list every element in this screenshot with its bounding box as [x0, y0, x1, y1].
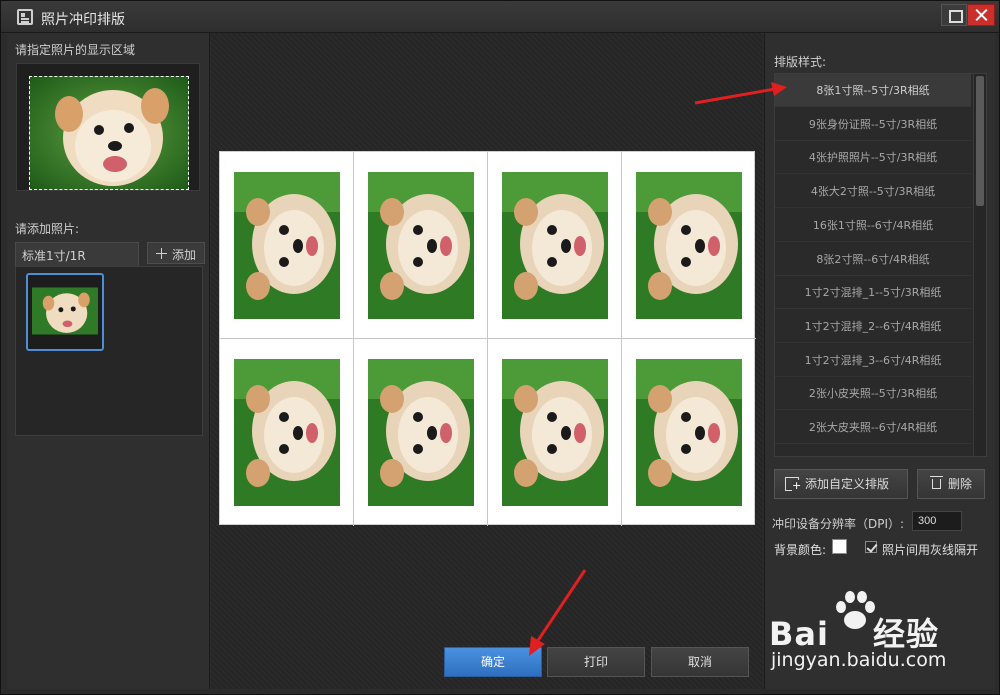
add-photo-label: 请添加照片:	[15, 222, 80, 236]
print-cell	[354, 339, 488, 526]
title-bar[interactable]: 照片冲印排版	[1, 1, 999, 33]
app-icon	[17, 9, 33, 25]
layout-style-item[interactable]: 16张1寸照--6寸/4R相纸	[775, 209, 971, 242]
print-photo	[636, 172, 742, 319]
layout-style-item[interactable]: 1寸2寸混排_1--5寸/3R相纸	[775, 276, 971, 310]
print-cell	[354, 152, 488, 339]
close-icon[interactable]	[967, 4, 995, 26]
bottom-button-bar: 确定 打印 取消	[211, 645, 763, 681]
watermark-url: jingyan.baidu.com	[771, 649, 947, 671]
tab-standard-1-inch[interactable]: 标准1寸/1R	[15, 242, 139, 266]
display-area-label: 请指定照片的显示区域	[15, 43, 136, 57]
layout-style-item[interactable]: 8张2寸照--6寸/4R相纸	[775, 243, 971, 276]
layout-style-item[interactable]: 1寸2寸混排_2--6寸/4R相纸	[775, 310, 971, 343]
dpi-input[interactable]	[912, 511, 962, 531]
delete-layout-button[interactable]: 删除	[917, 469, 985, 499]
print-cell	[622, 339, 756, 526]
watermark-logo-text: Bai	[769, 615, 829, 653]
print-photo	[636, 359, 742, 506]
add-custom-layout-label: 添加自定义排版	[805, 477, 890, 491]
scrollbar-thumb[interactable]	[976, 76, 984, 206]
print-sheet-preview	[219, 151, 756, 526]
layout-style-item[interactable]: 9张身份证照--5寸/3R相纸	[775, 108, 971, 141]
layout-style-item[interactable]: 2张小皮夹照--5寸/3R相纸	[775, 377, 971, 411]
gray-line-checkbox[interactable]	[865, 541, 877, 553]
annotation-arrow-confirm	[529, 569, 587, 656]
cancel-button[interactable]: 取消	[651, 647, 749, 677]
print-cell	[488, 152, 622, 339]
photo-list	[15, 266, 203, 436]
photo-thumbnail[interactable]	[26, 273, 104, 351]
add-layout-icon	[785, 477, 802, 491]
window-title: 照片冲印排版	[41, 12, 125, 28]
app-window: 照片冲印排版 请指定照片的显示区域 请添加照片: 标准1寸/1R 添加 确定 打…	[0, 0, 1000, 695]
add-custom-layout-button[interactable]: 添加自定义排版	[774, 469, 908, 499]
print-photo	[368, 359, 474, 506]
print-cell	[622, 152, 756, 339]
watermark-logo-text-2: 经验	[872, 615, 939, 653]
gray-line-label: 照片间用灰线隔开	[882, 543, 979, 557]
add-photo-button[interactable]: 添加	[147, 242, 205, 264]
preview-area: 确定 打印 取消	[211, 33, 763, 689]
print-photo	[502, 172, 608, 319]
layout-style-item[interactable]: 4张护照照片--5寸/3R相纸	[775, 141, 971, 175]
bg-color-label: 背景颜色:	[774, 543, 827, 557]
photo-size-tabbar: 标准1寸/1R 添加	[15, 242, 205, 266]
layout-style-item[interactable]: 2张大皮夹照--6寸/4R相纸	[775, 411, 971, 444]
plus-icon	[156, 248, 167, 259]
trash-icon	[930, 476, 943, 489]
print-photo	[368, 172, 474, 319]
print-photo	[234, 359, 340, 506]
layout-style-list: 8张1寸照--5寸/3R相纸 9张身份证照--5寸/3R相纸 4张护照照片--5寸/…	[774, 73, 987, 457]
dpi-label: 冲印设备分辨率（DPI）:	[772, 517, 905, 531]
layout-style-item[interactable]: 8张1寸照--5寸/3R相纸	[775, 74, 971, 107]
print-photo	[234, 172, 340, 319]
left-panel: 请指定照片的显示区域 请添加照片: 标准1寸/1R 添加	[7, 33, 210, 689]
print-cell	[220, 152, 354, 339]
delete-layout-label: 删除	[948, 477, 973, 491]
crop-area[interactable]	[16, 63, 200, 191]
thumbnail-image	[32, 287, 98, 335]
print-cell	[488, 339, 622, 526]
print-cell	[220, 339, 354, 526]
layout-style-item[interactable]: 4张大2寸照--5寸/3R相纸	[775, 175, 971, 209]
baidu-watermark: Bai 经验 jingyan.baidu.com	[769, 587, 995, 687]
layout-style-item[interactable]: 1寸2寸混排_3--6寸/4R相纸	[775, 344, 971, 377]
crop-frame[interactable]	[29, 76, 189, 190]
layout-list-scrollbar[interactable]	[973, 74, 986, 456]
add-photo-button-label: 添加	[172, 248, 197, 262]
layout-style-label: 排版样式:	[774, 55, 827, 69]
bg-color-swatch[interactable]	[832, 539, 847, 554]
print-photo	[502, 359, 608, 506]
maximize-icon[interactable]	[941, 4, 967, 26]
annotation-arrow-layout	[694, 82, 787, 105]
